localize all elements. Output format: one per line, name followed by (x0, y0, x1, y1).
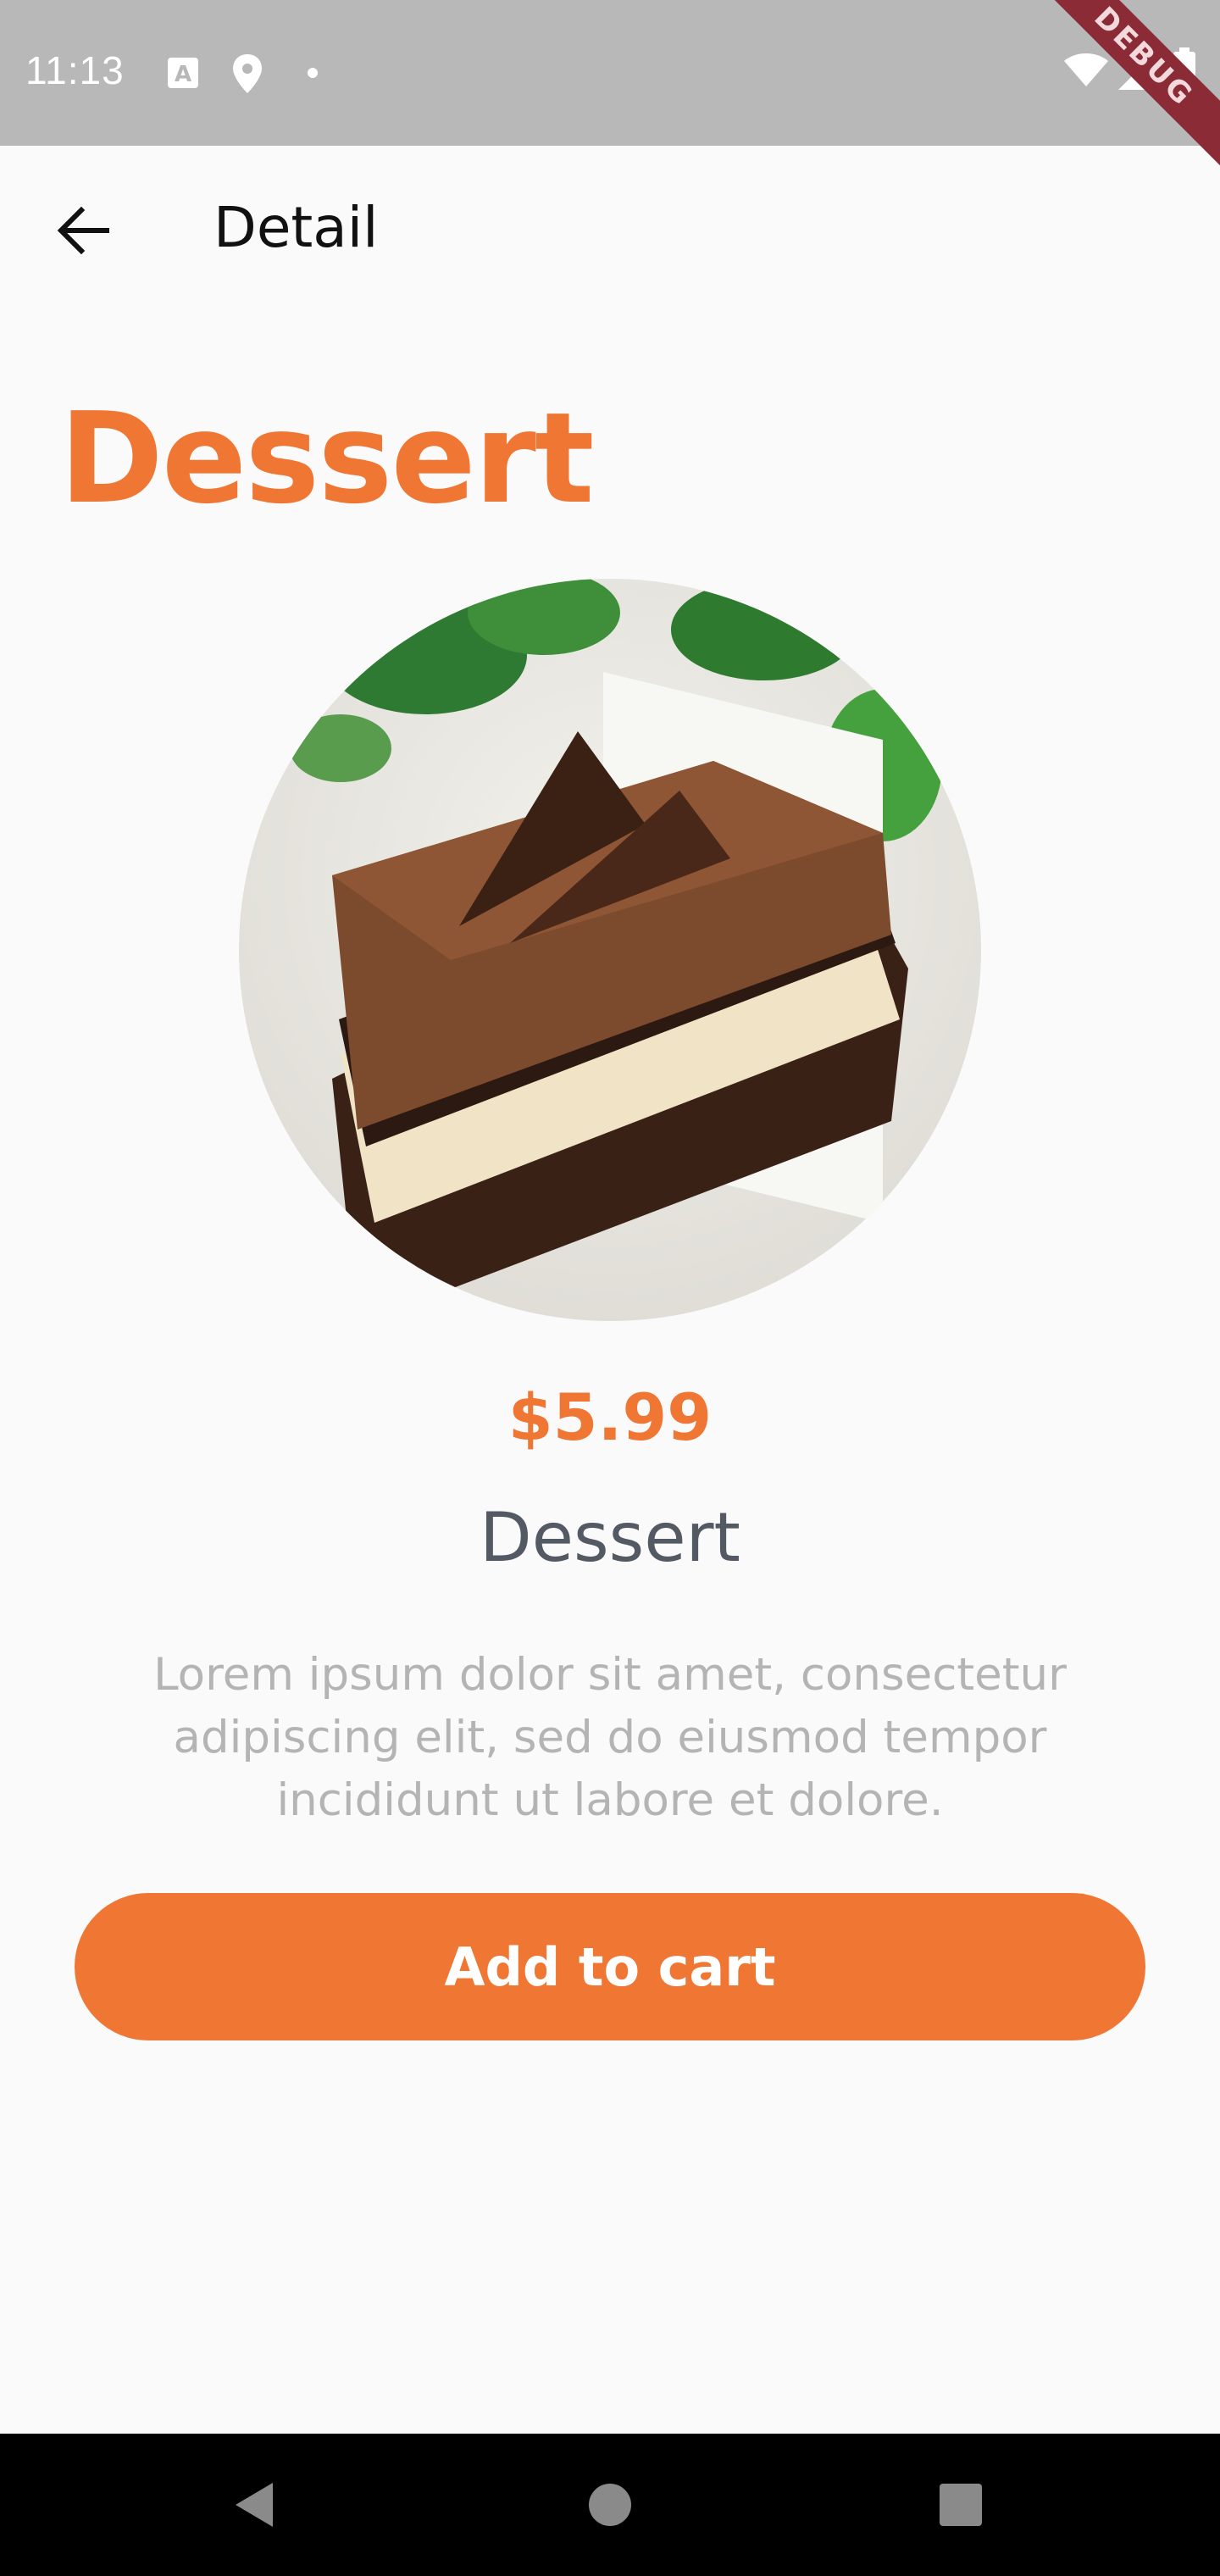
location-pin-icon (230, 53, 264, 98)
wifi-icon (1062, 51, 1110, 92)
status-time: 11:13 (25, 48, 125, 92)
nav-home-button[interactable] (559, 2456, 661, 2557)
product-price: $5.99 (507, 1380, 713, 1455)
add-to-cart-button[interactable]: Add to cart (75, 1893, 1145, 2040)
nav-home-icon (586, 2481, 634, 2532)
app-bar: Detail (0, 146, 1220, 315)
app-bar-title: Detail (214, 195, 379, 260)
arrow-back-icon (56, 206, 110, 258)
notification-dot-icon (307, 66, 319, 82)
svg-text:A: A (175, 62, 191, 87)
keyboard-a-icon: A (166, 56, 200, 93)
nav-recents-icon (937, 2481, 984, 2532)
system-nav-bar (0, 2434, 1220, 2576)
back-button[interactable] (47, 197, 119, 268)
nav-recents-button[interactable] (910, 2456, 1012, 2557)
status-bar: 11:13 A DEBUG (0, 0, 1220, 169)
nav-back-icon (230, 2479, 278, 2534)
product-name: Dessert (480, 1498, 740, 1577)
nav-back-button[interactable] (203, 2456, 305, 2557)
product-image (239, 579, 981, 1321)
product-description: Lorem ipsum dolor sit amet, consectetur … (153, 1649, 1067, 1826)
category-heading: Dessert (59, 386, 595, 531)
